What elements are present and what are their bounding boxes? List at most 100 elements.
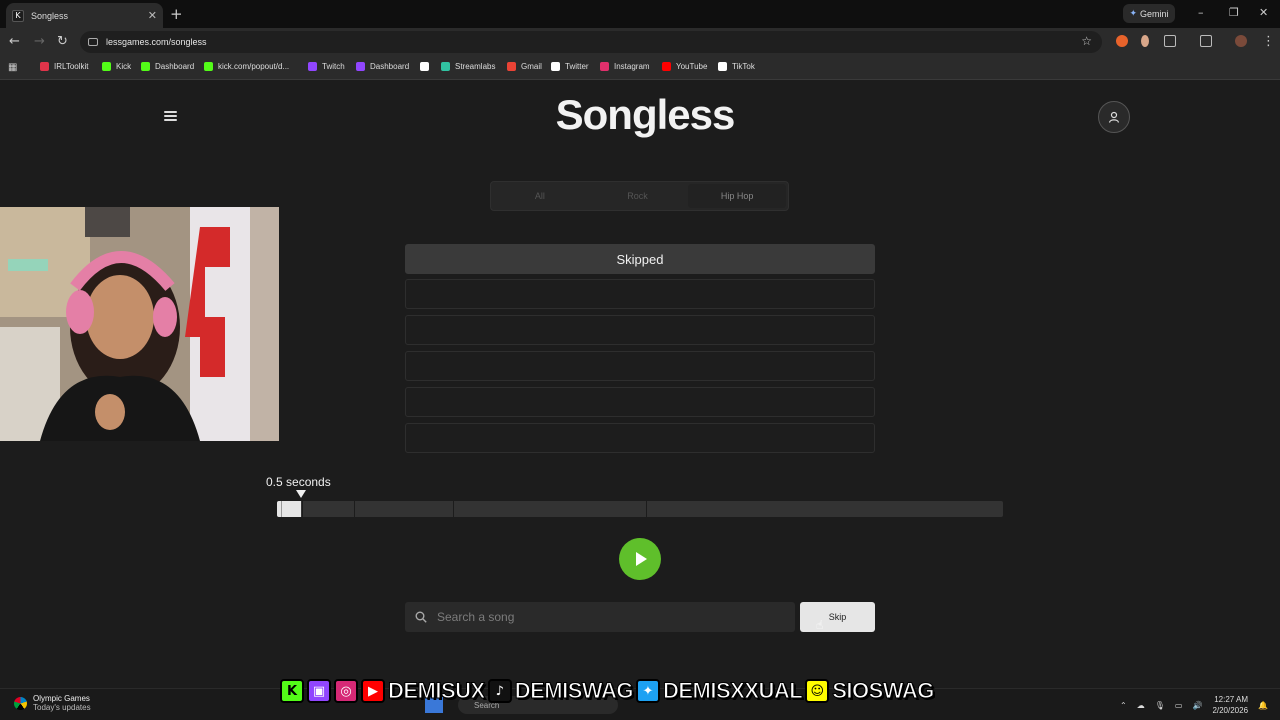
side-panel-icon[interactable] bbox=[1200, 35, 1212, 47]
address-bar[interactable]: lessgames.com/songless ☆ bbox=[80, 31, 1102, 53]
duration-label: 0.5 seconds bbox=[266, 475, 331, 489]
guess-slot-1: Skipped bbox=[405, 244, 875, 274]
restore-icon[interactable]: ❐ bbox=[1229, 6, 1239, 19]
kick-icon bbox=[141, 62, 150, 71]
stream-social-banner: K ▣ ◎ ▶ DEMISUX ♪ DEMISWAG ✦ DEMISXXUAL … bbox=[280, 676, 1006, 706]
instagram-icon: ◎ bbox=[334, 679, 358, 703]
extension-icon[interactable] bbox=[1116, 35, 1128, 47]
notifications-icon[interactable]: 🔔 bbox=[1258, 701, 1268, 710]
minimize-icon[interactable]: – bbox=[1198, 6, 1204, 19]
browser-titlebar: K Songless ✕ + ✦ Gemini – ❐ ✕ bbox=[0, 0, 1280, 28]
bookmark-tiktok[interactable]: TikTok bbox=[718, 62, 755, 71]
apps-grid-icon[interactable]: ▦ bbox=[8, 62, 17, 73]
skip-button[interactable]: Skip bbox=[800, 602, 875, 632]
bookmark-label: TikTok bbox=[732, 62, 755, 71]
profile-avatar-icon[interactable] bbox=[1235, 35, 1247, 47]
play-icon bbox=[636, 552, 647, 566]
irltoolkit-icon bbox=[40, 62, 49, 71]
bookmark-kick[interactable]: Kick bbox=[102, 62, 131, 71]
bookmark-label: Gmail bbox=[521, 62, 542, 71]
bookmark-dashboard[interactable]: Dashboard bbox=[356, 62, 409, 71]
guess-slot-2 bbox=[405, 279, 875, 309]
guess-slot-5 bbox=[405, 387, 875, 417]
clock-date: 2/20/2026 bbox=[1212, 706, 1249, 715]
youtube-icon bbox=[662, 62, 671, 71]
search-input[interactable] bbox=[437, 610, 767, 624]
tiktok-icon: ♪ bbox=[487, 679, 512, 703]
news-widget[interactable]: Olympic Games Today's updates bbox=[14, 694, 91, 712]
chevron-up-icon[interactable]: ⌃ bbox=[1120, 701, 1127, 710]
profile-button[interactable] bbox=[1098, 101, 1130, 133]
segment-divider bbox=[302, 501, 303, 517]
bookmark-gmail[interactable]: Gmail bbox=[507, 62, 542, 71]
bookmark-kick-com-popout-d[interactable]: kick.com/popout/d... bbox=[204, 62, 289, 71]
hand-cursor-icon: ☝ bbox=[816, 618, 824, 632]
segment-divider bbox=[281, 501, 282, 517]
bookmark-irltoolkit[interactable]: IRLToolkit bbox=[40, 62, 89, 71]
twitch-icon bbox=[356, 62, 365, 71]
site-info-icon[interactable] bbox=[88, 38, 98, 46]
close-window-icon[interactable]: ✕ bbox=[1259, 6, 1268, 19]
twitch-icon: ▣ bbox=[307, 679, 331, 703]
bookmark-label: IRLToolkit bbox=[54, 62, 89, 71]
bookmark-label: Instagram bbox=[614, 62, 650, 71]
tab-rock[interactable]: Rock bbox=[589, 182, 687, 210]
bookmark-youtube[interactable]: YouTube bbox=[662, 62, 707, 71]
streamlabs-icon bbox=[441, 62, 450, 71]
twitter-icon: ✦ bbox=[635, 679, 660, 703]
gemini-button[interactable]: ✦ Gemini bbox=[1123, 4, 1175, 23]
handle-demisux: DEMISUX bbox=[388, 678, 486, 704]
guess-slot-3 bbox=[405, 315, 875, 345]
audio-progress-bar[interactable] bbox=[277, 490, 1003, 517]
cloud-icon[interactable]: ☁ bbox=[1137, 701, 1145, 710]
bookmark-label: Dashboard bbox=[370, 62, 410, 71]
snapchat-icon: ☺ bbox=[805, 679, 830, 703]
webcam-image bbox=[0, 207, 279, 441]
bookmark-twitter[interactable]: Twitter bbox=[551, 62, 589, 71]
news-title: Olympic Games bbox=[33, 694, 90, 703]
extension-icon[interactable] bbox=[1141, 35, 1149, 47]
guess-slot-6 bbox=[405, 423, 875, 453]
bookmark-label: kick.com/popout/d... bbox=[218, 62, 290, 71]
progress-marker-icon bbox=[296, 490, 306, 498]
tab-songless[interactable]: K Songless ✕ bbox=[6, 3, 163, 28]
tab-title: Songless bbox=[31, 10, 69, 21]
back-icon[interactable]: ← bbox=[9, 34, 20, 49]
network-icon[interactable]: ▭ bbox=[1175, 701, 1183, 710]
bookmark-streamlabs[interactable]: Streamlabs bbox=[441, 62, 495, 71]
guess-slot-4 bbox=[405, 351, 875, 381]
tab-hip-hop[interactable]: Hip Hop bbox=[688, 184, 787, 208]
bookmark-item[interactable] bbox=[420, 62, 434, 71]
clock[interactable]: 12:27 AM 2/20/2026 bbox=[1212, 694, 1248, 716]
new-tab-button[interactable]: + bbox=[170, 5, 183, 23]
handle-sioswag: SIOSWAG bbox=[832, 678, 935, 704]
bookmark-label: Twitter bbox=[565, 62, 589, 71]
play-button[interactable] bbox=[619, 538, 661, 580]
forward-icon[interactable]: → bbox=[34, 34, 45, 49]
kick-icon bbox=[102, 62, 111, 71]
user-icon bbox=[1108, 111, 1120, 123]
twitch-icon bbox=[308, 62, 317, 71]
bookmark-twitch[interactable]: Twitch bbox=[308, 62, 345, 71]
extensions-puzzle-icon[interactable] bbox=[1164, 35, 1176, 47]
tab-all[interactable]: All bbox=[491, 182, 589, 210]
bookmark-dashboard[interactable]: Dashboard bbox=[141, 62, 194, 71]
bookmark-label: Dashboard bbox=[155, 62, 195, 71]
songless-favicon-icon: K bbox=[12, 9, 24, 22]
url-text: lessgames.com/songless bbox=[106, 37, 207, 47]
kick-icon bbox=[204, 62, 213, 71]
instagram-icon bbox=[600, 62, 609, 71]
microphone-icon[interactable]: 🎙 bbox=[1155, 701, 1165, 710]
tab-close-icon[interactable]: ✕ bbox=[148, 9, 157, 22]
hamburger-menu-icon[interactable] bbox=[164, 111, 177, 121]
volume-icon[interactable]: 🔊 bbox=[1192, 701, 1202, 710]
tiktok-icon bbox=[718, 62, 727, 71]
menu-kebab-icon[interactable]: ⋮ bbox=[1262, 34, 1275, 49]
bookmarks-bar: ▦ IRLToolkit Kick Dashboard kick.com/popout… bbox=[0, 56, 1280, 80]
search-icon bbox=[415, 611, 427, 623]
bookmark-star-icon[interactable]: ☆ bbox=[1081, 34, 1092, 48]
bookmark-instagram[interactable]: Instagram bbox=[600, 62, 650, 71]
sparkle-icon: ✦ bbox=[1129, 8, 1138, 19]
reload-icon[interactable]: ↻ bbox=[57, 34, 68, 49]
genre-tabs: All Rock Hip Hop bbox=[490, 181, 789, 211]
